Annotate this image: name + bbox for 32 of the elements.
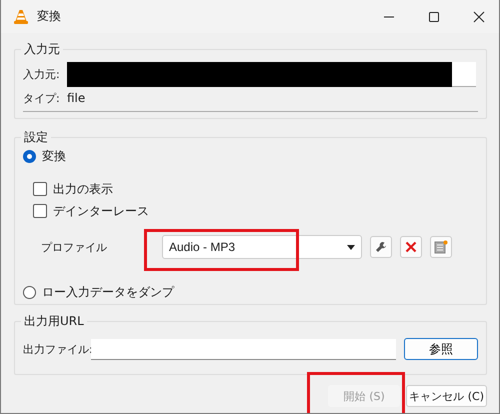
radio-label: 変換 [42,148,66,164]
radio-option[interactable]: ロー入力データをダンプ [23,282,478,302]
group-legend: 出力用URL [21,313,87,330]
delete-profile-button[interactable] [400,236,422,258]
caret-icon [347,244,355,250]
checkbox-label: デインターレース [53,202,149,220]
maximize-icon[interactable] [428,10,440,22]
close-icon[interactable] [473,10,485,22]
source-label: 入力元: [23,67,61,82]
edit-profile-button[interactable] [370,236,392,258]
radio-label: ロー入力データをダンプ [42,284,174,300]
delete-icon [405,241,417,253]
output-file-field[interactable] [91,338,396,360]
browse-button[interactable]: 参照 [404,338,478,360]
type-value: file [67,91,86,105]
list-icon [434,240,448,254]
new-profile-button[interactable] [430,236,452,258]
radio-option[interactable]: 変換 [23,146,478,166]
wrench-icon [375,241,387,253]
checkbox[interactable] [33,204,47,218]
profile-label: プロファイル [40,240,108,254]
checkbox-label: 出力の表示 [53,180,113,198]
group-legend: 設定 [21,129,51,146]
cone-icon [13,8,29,24]
radio-button[interactable] [23,286,36,298]
radio-button[interactable] [23,150,36,162]
window-title: 変換 [37,8,61,25]
cancel-button[interactable]: キャンセル (C) [406,385,487,407]
profile-dropdown[interactable]: Audio - MP3 [162,235,362,259]
group-legend: 入力元 [21,41,63,58]
type-label: タイプ: [23,90,61,106]
checkbox[interactable] [33,182,47,196]
